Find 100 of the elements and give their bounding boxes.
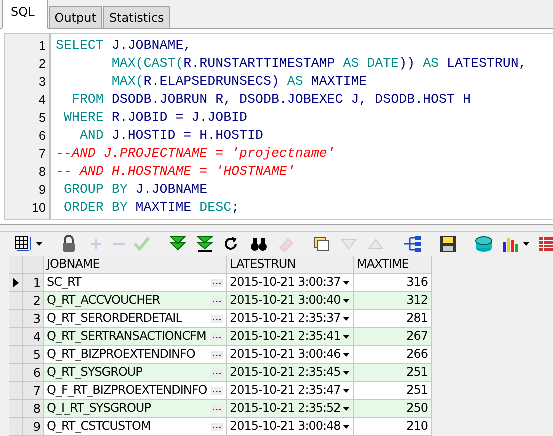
table-cell: 2015-10-21 2:35:45 (227, 364, 354, 382)
row-number: 2 (23, 292, 44, 310)
code-line: FROM DSODB.JOBRUN R, DSODB.JOBEXEC J, DSODB.HOST H (70, 91, 472, 109)
row-number: 1 (23, 274, 44, 292)
table-cell: 2015-10-21 3:00:37 (227, 274, 354, 292)
table-cell: Q_RT_ACCVOUCHER (44, 292, 227, 310)
table-cell: 312 (354, 292, 432, 310)
line-number: 3 (38, 74, 47, 91)
table-cell: Q_F_RT_BIZPROEXTENDINFO (44, 382, 227, 400)
row-indicator-cell[interactable] (9, 292, 23, 310)
line-number: 4 (38, 92, 47, 109)
ellipsis-icon[interactable] (211, 404, 223, 412)
caret-icon (343, 298, 350, 302)
double-down-arrow-icon (168, 234, 188, 253)
row-indicator-cell[interactable] (9, 274, 23, 292)
table-cell: 2015-10-21 2:35:41 (227, 328, 354, 346)
table-cell: 251 (354, 382, 432, 400)
ellipsis-icon[interactable] (211, 314, 223, 322)
table-cell: Q_RT_SYSGROUP (44, 364, 227, 382)
table-cell: 2015-10-21 3:00:48 (227, 418, 354, 436)
table-cell: 316 (354, 274, 432, 292)
row-indicator-cell[interactable] (9, 310, 23, 328)
row-indicator-cell[interactable] (9, 364, 23, 382)
header-corner-cell (9, 256, 23, 274)
ellipsis-icon[interactable] (211, 368, 223, 376)
tab[interactable]: Output (48, 6, 102, 28)
table-cell: 2015-10-21 2:35:52 (227, 400, 354, 418)
row-number: 5 (23, 346, 44, 364)
table-cell: 250 (354, 400, 432, 418)
code-line: MAX(R.ELAPSEDRUNSECS) AS MAXTIME (110, 73, 368, 91)
code-line: AND J.HOSTID = H.HOSTID (78, 127, 264, 145)
table-cell: 281 (354, 310, 432, 328)
row-number: 8 (23, 400, 44, 418)
row-number: 6 (23, 364, 44, 382)
code-line: SELECT J.JOBNAME, (56, 37, 193, 55)
table-cell: 251 (354, 364, 432, 382)
current-row-icon (12, 278, 18, 288)
caret-icon (523, 242, 530, 246)
line-number: 2 (38, 56, 47, 73)
caret-icon (343, 316, 350, 320)
caret-icon (343, 280, 350, 284)
caret-icon (343, 388, 350, 392)
line-number: 10 (31, 200, 47, 217)
database-icon (474, 234, 494, 253)
row-indicator-cell[interactable] (9, 328, 23, 346)
row-number: 3 (23, 310, 44, 328)
line-number: 9 (38, 182, 47, 199)
tree-diagram-icon (402, 234, 422, 253)
table-cell: Q_RT_BIZPROEXTENDINFO (44, 346, 227, 364)
line-number: 5 (38, 110, 47, 127)
code-line: --AND J.PROJECTNAME = 'projectname' (56, 145, 336, 163)
ellipsis-icon[interactable] (211, 422, 223, 430)
documents-icon (312, 234, 332, 253)
double-down-arrow-bar-icon (195, 234, 215, 253)
ellipsis-icon[interactable] (211, 332, 223, 340)
grid-icon (14, 234, 34, 253)
ellipsis-icon[interactable] (211, 386, 223, 394)
table-cell: 2015-10-21 2:35:47 (227, 382, 354, 400)
caret-icon (343, 370, 350, 374)
ellipsis-icon[interactable] (211, 278, 223, 286)
ellipsis-icon[interactable] (211, 350, 223, 358)
table-cell: 2015-10-21 3:00:40 (227, 292, 354, 310)
table-cell: 210 (354, 418, 432, 436)
row-indicator-cell[interactable] (9, 382, 23, 400)
ellipsis-icon[interactable] (211, 296, 223, 304)
tab[interactable]: SQL (2, 0, 48, 29)
code-line: -- AND H.HOSTNAME = 'HOSTNAME' (56, 163, 296, 181)
row-indicator-cell[interactable] (9, 346, 23, 364)
table-cell: 2015-10-21 2:35:37 (227, 310, 354, 328)
table-cell: 267 (354, 328, 432, 346)
row-number: 9 (23, 418, 44, 436)
tab[interactable]: Statistics (103, 6, 170, 28)
caret-icon (343, 352, 350, 356)
table-cell: 2015-10-21 3:00:46 (227, 346, 354, 364)
code-line: ORDER BY MAXTIME DESC; (62, 199, 241, 217)
row-indicator-cell[interactable] (9, 400, 23, 418)
row-number: 7 (23, 382, 44, 400)
table-icon (537, 234, 553, 253)
table-cell: Q_RT_CSTCUSTOM (44, 418, 227, 436)
caret-icon (36, 242, 43, 246)
column-header[interactable]: LATESTRUN (227, 256, 354, 274)
caret-icon (343, 334, 350, 338)
caret-icon (343, 424, 350, 428)
table-cell: Q_RT_SERTRANSACTIONCFM (44, 328, 227, 346)
line-number: 6 (38, 128, 47, 145)
table-cell: SC_RT (44, 274, 227, 292)
minus-icon (113, 242, 125, 246)
code-line: GROUP BY J.JOBNAME (62, 181, 209, 199)
table-cell: Q_I_RT_SYSGROUP (44, 400, 227, 418)
row-number: 4 (23, 328, 44, 346)
row-indicator-cell[interactable] (9, 418, 23, 436)
code-line: MAX(CAST(R.RUNSTARTTIMESTAMP AS DATE)) AS LATESTRUN, (110, 55, 528, 73)
check-icon (132, 234, 152, 253)
code-line: WHERE R.JOBID = J.JOBID (62, 109, 249, 127)
header-corner-cell (23, 256, 44, 274)
sql-editor[interactable] (4, 33, 553, 220)
column-header[interactable]: MAXTIME (354, 256, 432, 274)
line-number: 7 (38, 146, 47, 163)
column-header[interactable]: JOBNAME (44, 256, 227, 274)
table-cell: Q_RT_SERORDERDETAIL (44, 310, 227, 328)
